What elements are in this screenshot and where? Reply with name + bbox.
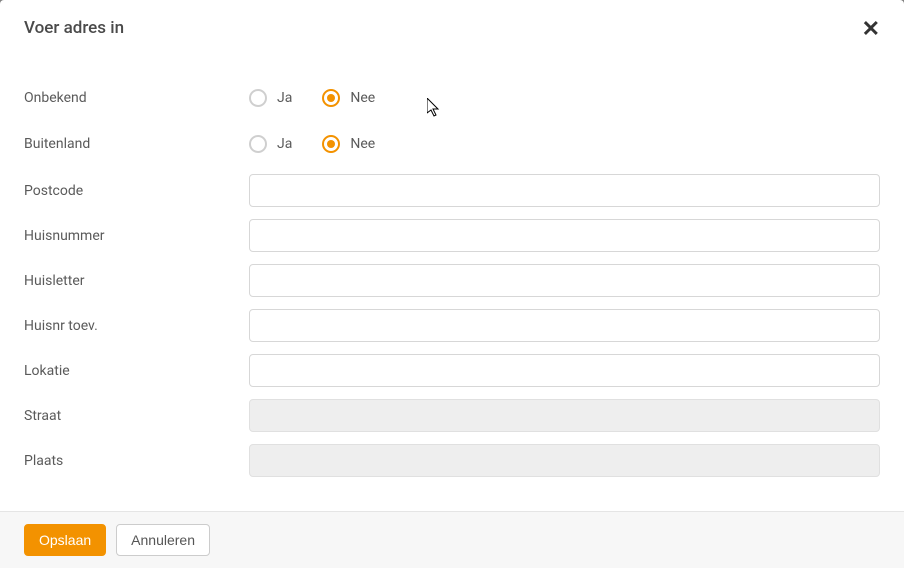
control-straat — [249, 399, 880, 432]
modal-title: Voer adres in — [24, 18, 124, 38]
radio-icon — [249, 135, 267, 153]
save-button[interactable]: Opslaan — [24, 524, 106, 556]
control-lokatie — [249, 354, 880, 387]
row-huisletter: Huisletter — [24, 264, 880, 297]
address-modal: Voer adres in ✕ Onbekend Ja Nee — [0, 0, 904, 568]
label-straat: Straat — [24, 408, 249, 424]
cancel-button[interactable]: Annuleren — [116, 524, 210, 556]
straat-input — [249, 399, 880, 432]
row-huisnummer: Huisnummer — [24, 219, 880, 252]
row-huisnr-toev: Huisnr toev. — [24, 309, 880, 342]
control-onbekend: Ja Nee — [249, 89, 880, 107]
control-postcode — [249, 174, 880, 207]
modal-footer: Opslaan Annuleren — [0, 511, 904, 568]
onbekend-ja-label: Ja — [277, 90, 292, 106]
onbekend-nee-label: Nee — [350, 90, 375, 106]
row-postcode: Postcode — [24, 174, 880, 207]
radio-icon-selected — [322, 89, 340, 107]
control-plaats — [249, 444, 880, 477]
modal-body: Onbekend Ja Nee Buitenland — [0, 52, 904, 511]
control-huisletter — [249, 264, 880, 297]
onbekend-radio-group: Ja Nee — [249, 89, 880, 107]
label-postcode: Postcode — [24, 183, 249, 199]
huisletter-input[interactable] — [249, 264, 880, 297]
buitenland-ja-label: Ja — [277, 136, 292, 152]
radio-icon — [249, 89, 267, 107]
plaats-input — [249, 444, 880, 477]
label-plaats: Plaats — [24, 453, 249, 469]
radio-dot — [327, 94, 335, 102]
radio-icon-selected — [322, 135, 340, 153]
postcode-input[interactable] — [249, 174, 880, 207]
huisnr-toev-input[interactable] — [249, 309, 880, 342]
onbekend-nee-option[interactable]: Nee — [322, 89, 375, 107]
radio-dot — [327, 140, 335, 148]
control-huisnummer — [249, 219, 880, 252]
huisnummer-input[interactable] — [249, 219, 880, 252]
control-huisnr-toev — [249, 309, 880, 342]
row-onbekend: Onbekend Ja Nee — [24, 82, 880, 114]
close-button[interactable]: ✕ — [862, 18, 880, 40]
onbekend-ja-option[interactable]: Ja — [249, 89, 292, 107]
row-plaats: Plaats — [24, 444, 880, 477]
row-lokatie: Lokatie — [24, 354, 880, 387]
label-lokatie: Lokatie — [24, 363, 249, 379]
label-huisnummer: Huisnummer — [24, 228, 249, 244]
label-huisnr-toev: Huisnr toev. — [24, 318, 249, 334]
buitenland-nee-label: Nee — [350, 136, 375, 152]
label-huisletter: Huisletter — [24, 273, 249, 289]
row-straat: Straat — [24, 399, 880, 432]
label-buitenland: Buitenland — [24, 136, 249, 152]
buitenland-radio-group: Ja Nee — [249, 135, 880, 153]
close-icon: ✕ — [862, 16, 880, 41]
label-onbekend: Onbekend — [24, 90, 249, 106]
modal-header: Voer adres in ✕ — [0, 0, 904, 52]
lokatie-input[interactable] — [249, 354, 880, 387]
buitenland-ja-option[interactable]: Ja — [249, 135, 292, 153]
buitenland-nee-option[interactable]: Nee — [322, 135, 375, 153]
row-buitenland: Buitenland Ja Nee — [24, 128, 880, 160]
control-buitenland: Ja Nee — [249, 135, 880, 153]
